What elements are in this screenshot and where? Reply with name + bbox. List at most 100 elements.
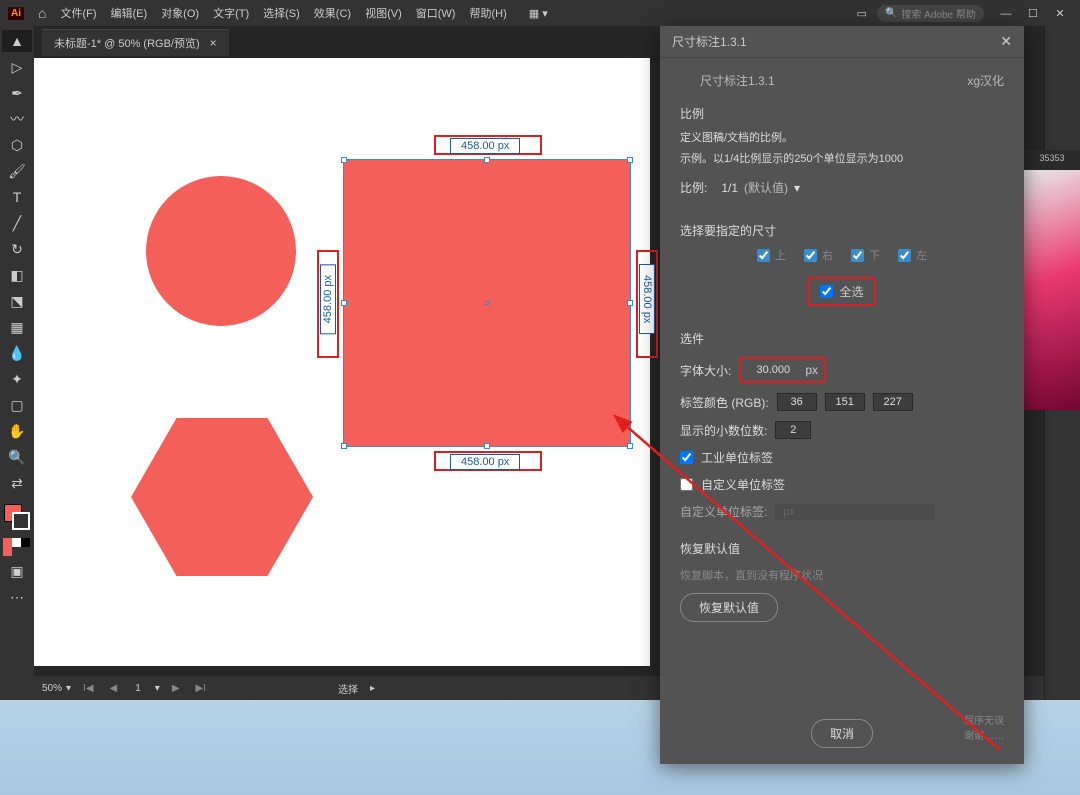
zoom-tool[interactable]: 🔍: [2, 446, 32, 468]
fontsize-box: px: [739, 357, 826, 383]
fontsize-label: 字体大小:: [680, 362, 731, 379]
menu-select[interactable]: 选择(S): [263, 5, 300, 21]
scale-desc2: 示例。以1/4比例显示的250个单位显示为1000: [680, 151, 1004, 168]
tool-hint: 选择: [338, 681, 358, 696]
cb-top[interactable]: [757, 249, 770, 262]
menu-view[interactable]: 视图(V): [365, 5, 402, 21]
menu-file[interactable]: 文件(F): [60, 5, 96, 21]
select-all-box[interactable]: 全选: [808, 277, 875, 306]
color-modes[interactable]: [3, 538, 31, 556]
cb-industrial-unit[interactable]: [680, 451, 693, 464]
fontsize-unit: px: [805, 363, 818, 377]
search-placeholder: 搜索 Adobe 帮助: [901, 6, 975, 21]
maximize-icon[interactable]: ☐: [1021, 7, 1045, 20]
cb-custom-unit[interactable]: [680, 478, 693, 491]
artboard-number[interactable]: 1: [129, 683, 147, 694]
scale-select[interactable]: 1/1 (默认值) ▾: [715, 177, 806, 198]
layout-icon[interactable]: ▦ ▾: [529, 7, 548, 20]
chevron-down-icon: ▾: [794, 181, 800, 195]
cancel-button[interactable]: 取消: [811, 719, 873, 748]
left-toolbar: ▲ ▷ ✒ 〰 ⬡ 🖌 T ╱ ↻ ◧ ⬔ ▦ 💧 ✦ ▢ ✋ 🔍 ⇄: [0, 26, 34, 700]
menubar: Ai ⌂ 文件(F) 编辑(E) 对象(O) 文字(T) 选择(S) 效果(C)…: [0, 0, 1080, 26]
first-artboard[interactable]: I◀: [79, 683, 97, 694]
scale-label: 比例:: [680, 179, 707, 196]
zoom-control[interactable]: 50%▾: [42, 683, 71, 694]
fill-stroke-swatch[interactable]: [4, 504, 30, 530]
line-tool[interactable]: ╱: [2, 212, 32, 234]
selected-square[interactable]: [344, 160, 630, 446]
document-tab-label: 未标题-1* @ 50% (RGB/预览): [54, 35, 200, 51]
fontsize-input[interactable]: [747, 362, 799, 378]
dialog-footer-meta: 程序无误 谢谢……: [964, 714, 1004, 744]
tab-close-icon[interactable]: ×: [210, 36, 217, 50]
pen-tool[interactable]: ✒: [2, 82, 32, 104]
direct-selection-tool[interactable]: ▷: [2, 56, 32, 78]
cb-select-all[interactable]: [820, 285, 833, 298]
gradient-tool[interactable]: ▦: [2, 316, 32, 338]
rgb-g-input[interactable]: [825, 393, 865, 411]
last-artboard[interactable]: ▶I: [192, 683, 210, 694]
scale-desc1: 定义图稿/文档的比例。: [680, 130, 1004, 147]
menu-type[interactable]: 文字(T): [213, 5, 249, 21]
dimension-dialog: 尺寸标注1.3.1 ✕ 尺寸标注1.3.1 xg汉化 比例 定义图稿/文档的比例…: [660, 26, 1024, 764]
prev-artboard[interactable]: ◀: [106, 683, 122, 694]
reset-button[interactable]: 恢复默认值: [680, 593, 778, 622]
cb-left[interactable]: [898, 249, 911, 262]
toggle-fill-stroke[interactable]: ⇄: [2, 472, 32, 494]
screen-mode[interactable]: ▣: [2, 560, 32, 582]
eyedropper-tool[interactable]: 💧: [2, 342, 32, 364]
doc-icon[interactable]: ▭: [857, 7, 867, 20]
dimension-right: 458.00 px: [639, 264, 655, 334]
custom-unit-cb-label: 自定义单位标签: [701, 476, 785, 493]
hand-tool[interactable]: ✋: [2, 420, 32, 442]
search-icon: 🔍: [885, 8, 897, 19]
home-icon[interactable]: ⌂: [38, 5, 46, 21]
rotate-tool[interactable]: ↻: [2, 238, 32, 260]
decimals-label: 显示的小数位数:: [680, 422, 767, 439]
rectangle-tool[interactable]: ⬡: [2, 134, 32, 156]
rgb-r-input[interactable]: [777, 393, 817, 411]
scale-heading: 比例: [680, 105, 1004, 122]
circle-shape[interactable]: [146, 176, 296, 326]
options-heading: 选件: [680, 330, 1004, 347]
menu-window[interactable]: 窗口(W): [416, 5, 456, 21]
hexagon-shape[interactable]: [131, 418, 313, 576]
brush-tool[interactable]: 🖌: [2, 160, 32, 182]
color-panel-preview: [1024, 170, 1080, 410]
artboard[interactable]: 458.00 px 458.00 px 458.00 px 458.00 px: [34, 58, 650, 666]
document-tab[interactable]: 未标题-1* @ 50% (RGB/预览) ×: [42, 29, 229, 56]
reset-desc: 恢复脚本，直到没有程序状况: [680, 567, 1004, 583]
custom-unit-label: 自定义单位标签:: [680, 503, 767, 520]
dialog-subtitle: 尺寸标注1.3.1: [700, 72, 775, 89]
rgb-b-input[interactable]: [873, 393, 913, 411]
menu-object[interactable]: 对象(O): [161, 5, 199, 21]
cb-right[interactable]: [804, 249, 817, 262]
dialog-close-icon[interactable]: ✕: [1000, 33, 1012, 50]
color-readout: 35353: [1024, 150, 1080, 170]
edit-toolbar[interactable]: ⋯: [2, 586, 32, 608]
close-icon[interactable]: ✕: [1048, 7, 1072, 20]
decimals-input[interactable]: [775, 421, 811, 439]
app-logo: Ai: [8, 7, 24, 20]
dialog-titlebar[interactable]: 尺寸标注1.3.1 ✕: [660, 26, 1024, 58]
menu-edit[interactable]: 编辑(E): [111, 5, 148, 21]
custom-unit-input[interactable]: [775, 504, 935, 520]
menu-help[interactable]: 帮助(H): [469, 5, 506, 21]
search-box[interactable]: 🔍 搜索 Adobe 帮助: [877, 5, 984, 22]
type-tool[interactable]: T: [2, 186, 32, 208]
industrial-unit-label: 工业单位标签: [701, 449, 773, 466]
curvature-tool[interactable]: 〰: [2, 108, 32, 130]
shape-builder-tool[interactable]: ⬔: [2, 290, 32, 312]
cb-bottom[interactable]: [851, 249, 864, 262]
menu-effect[interactable]: 效果(C): [314, 5, 351, 21]
reset-heading: 恢复默认值: [680, 540, 1004, 557]
dialog-title: 尺寸标注1.3.1: [672, 33, 747, 50]
minimize-icon[interactable]: —: [994, 8, 1018, 20]
selection-tool[interactable]: ▲: [2, 30, 32, 52]
dimension-top: 458.00 px: [450, 138, 520, 154]
artboard-tool[interactable]: ▢: [2, 394, 32, 416]
symbol-tool[interactable]: ✦: [2, 368, 32, 390]
dimension-left: 458.00 px: [320, 264, 336, 334]
next-artboard[interactable]: ▶: [168, 683, 184, 694]
eraser-tool[interactable]: ◧: [2, 264, 32, 286]
